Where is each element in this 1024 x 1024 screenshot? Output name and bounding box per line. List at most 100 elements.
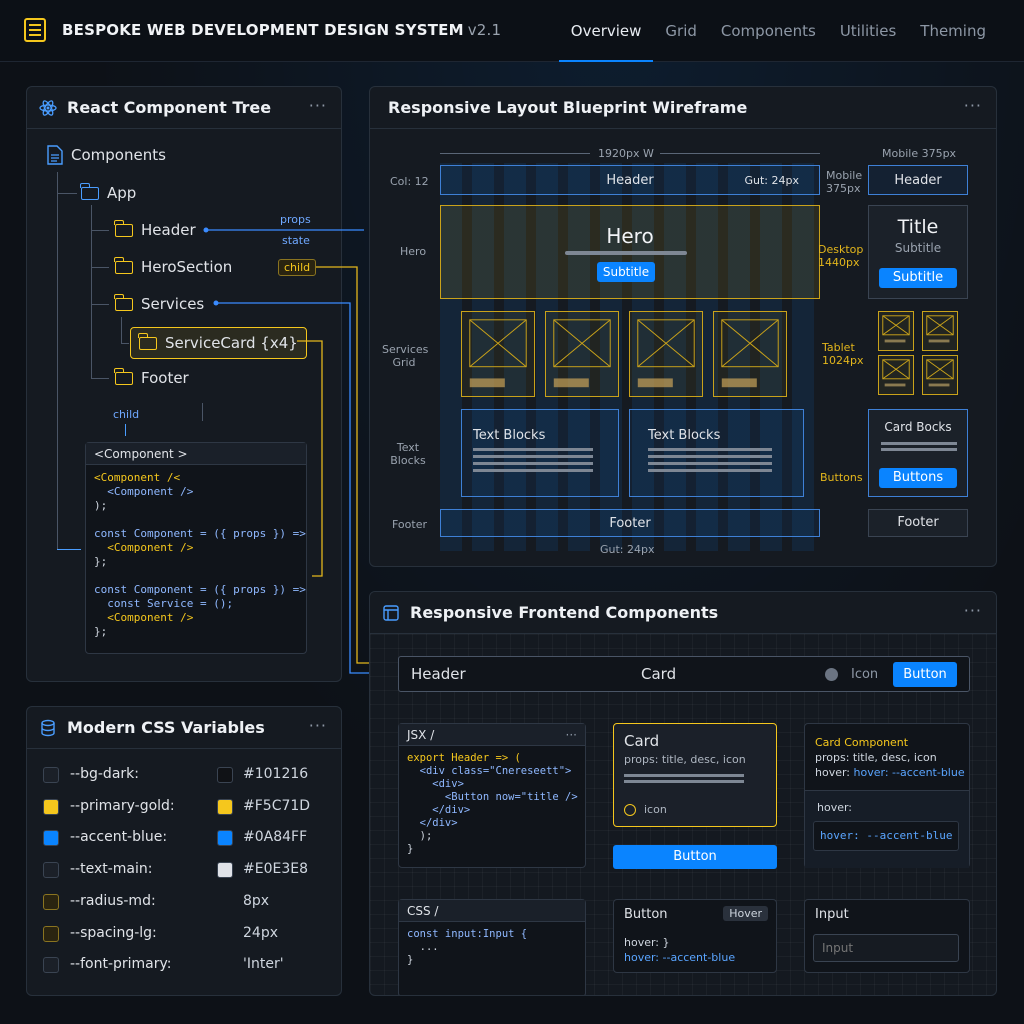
more-options-icon[interactable]: ··· [964, 96, 982, 115]
placeholder-lines [473, 448, 593, 451]
component-code-block: <Component > <Component /< <Component />… [85, 442, 307, 654]
tree-line [91, 205, 92, 379]
width-label: 1920px W [598, 147, 654, 160]
card-button[interactable]: Button [613, 845, 777, 869]
buttons-label: Buttons [820, 471, 863, 484]
variable-name: --font-primary: [70, 956, 172, 973]
mobile-header: Header [868, 165, 968, 195]
tree-item-servicecard[interactable]: ServiceCard {x4} [130, 327, 307, 359]
tree-item-label: ServiceCard {x4} [165, 334, 298, 352]
wire-subtitle-button[interactable]: Subtitle [597, 262, 655, 282]
more-options-icon[interactable]: ··· [309, 96, 327, 115]
child-label: child [113, 408, 140, 421]
tree-item-herosection[interactable]: HeroSection [114, 256, 232, 276]
tree-line [91, 230, 109, 231]
dimension-line [660, 153, 820, 154]
version-label: v2.1 [467, 21, 502, 39]
jsx-code-text: export Header => ( <div class="Cnereseet… [407, 752, 578, 855]
css-variable-row[interactable]: --font-primary: 'Inter' [27, 952, 341, 980]
wire-service-card [713, 311, 787, 397]
css-variable-row[interactable]: --radius-md: 8px [27, 889, 341, 917]
tree-item-services[interactable]: Services [114, 293, 205, 313]
spec-props: props: title, desc, icon [815, 751, 937, 764]
tree-item-footer[interactable]: Footer [114, 367, 189, 387]
spec-hover-area: hover: hover: --accent-blue [805, 790, 969, 868]
variable-name: --text-main: [70, 861, 153, 878]
mobile-subtitle-button[interactable]: Subtitle [879, 268, 957, 288]
panel-title: Responsive Frontend Components [410, 603, 719, 622]
card-title: Card [624, 732, 660, 750]
folder-icon [114, 293, 133, 311]
css-variable-row[interactable]: --spacing-lg: 24px [27, 921, 341, 949]
mobile-title: Title [897, 216, 939, 238]
tree-item-label: App [107, 184, 137, 202]
css-variable-row[interactable]: --text-main: #E0E3E8 [27, 857, 341, 885]
variable-value: 'Inter' [243, 956, 284, 973]
text-block-label: Text Blocks [473, 428, 546, 443]
tab-components[interactable]: Components [709, 0, 828, 62]
panel-header: Modern CSS Variables ··· [27, 707, 341, 749]
row-label-text: Text Blocks [390, 441, 426, 467]
main-nav: Overview Grid Components Utilities Themi… [558, 0, 998, 62]
tree-item-app[interactable]: App [80, 182, 137, 202]
panel-title: React Component Tree [67, 98, 272, 117]
variable-value: 8px [243, 892, 270, 909]
card-preview[interactable]: Card props: title, desc, icon icon [613, 723, 777, 827]
mobile-card-title: Card Bocks [884, 420, 952, 434]
frontend-components-panel: Responsive Frontend Components ··· Heade… [369, 591, 997, 996]
css-variable-row[interactable]: --primary-gold: #F5C71D [27, 794, 341, 822]
folder-icon [138, 332, 157, 350]
css-code-text: const input:Input { ... } [407, 928, 528, 966]
color-swatch [217, 798, 233, 815]
css-variables-panel: Modern CSS Variables ··· --bg-dark: #1012… [26, 706, 342, 996]
more-options-icon[interactable]: ··· [566, 724, 577, 746]
tree-item-header[interactable]: Header [114, 219, 196, 239]
input-field[interactable] [813, 934, 959, 962]
app-title: BESPOKE WEB DEVELOPMENT DESIGN SYSTEM v2.… [62, 21, 502, 39]
folder-icon [114, 219, 133, 237]
tree-line [121, 343, 129, 344]
tree-item-label: Footer [141, 369, 189, 387]
variable-value: #0A84FF [243, 829, 308, 846]
mobile-buttons[interactable]: Buttons [879, 468, 957, 488]
input-spec: Input [804, 899, 970, 973]
tab-theming[interactable]: Theming [908, 0, 998, 62]
component-tree-panel: React Component Tree ··· Components App … [26, 86, 342, 682]
spec-hover-label: hover: [817, 801, 853, 814]
tree-item-label: Services [141, 295, 205, 313]
bar-button[interactable]: Button [893, 662, 957, 687]
more-options-icon[interactable]: ··· [309, 716, 327, 735]
card-props: props: title, desc, icon [624, 753, 746, 766]
tree-line [91, 267, 109, 268]
color-swatch [217, 767, 233, 783]
variable-swatch [43, 925, 59, 942]
jsx-code-block: JSX / ··· export Header => ( <div class="… [398, 723, 586, 868]
tree-root[interactable]: Components [47, 145, 166, 165]
mobile-card-blocks: Card Bocks Buttons [868, 409, 968, 497]
tree-line [57, 193, 77, 194]
child-tag: child [278, 259, 317, 276]
panel-header: React Component Tree ··· [27, 87, 341, 129]
tree-line [91, 378, 109, 379]
folder-icon [80, 182, 99, 200]
card-component-spec: Card Component props: title, desc, icon … [804, 723, 970, 868]
tree-line [57, 172, 58, 550]
wire-footer: Footer [440, 509, 820, 537]
variable-name: --radius-md: [70, 892, 156, 909]
tab-overview[interactable]: Overview [558, 0, 654, 62]
css-variable-row[interactable]: --accent-blue: #0A84FF [27, 825, 341, 853]
tab-utilities[interactable]: Utilities [828, 0, 908, 62]
more-options-icon[interactable]: ··· [964, 601, 982, 620]
panel-header: Responsive Layout Blueprint Wireframe ··… [370, 87, 996, 129]
code-block-title: CSS / [399, 900, 585, 922]
code-text: <Component /< <Component /> ); const Com… [94, 471, 306, 638]
tab-grid[interactable]: Grid [653, 0, 708, 62]
spec-hover: hover: hover: --accent-blue [815, 766, 965, 779]
row-label-footer: Footer [392, 518, 427, 531]
placeholder-lines [624, 774, 744, 777]
wire-service-card [629, 311, 703, 397]
layout-icon [383, 605, 399, 621]
css-variable-row[interactable]: --bg-dark: #101216 [27, 762, 341, 790]
variable-value: 24px [243, 924, 278, 941]
wire-service-card [545, 311, 619, 397]
